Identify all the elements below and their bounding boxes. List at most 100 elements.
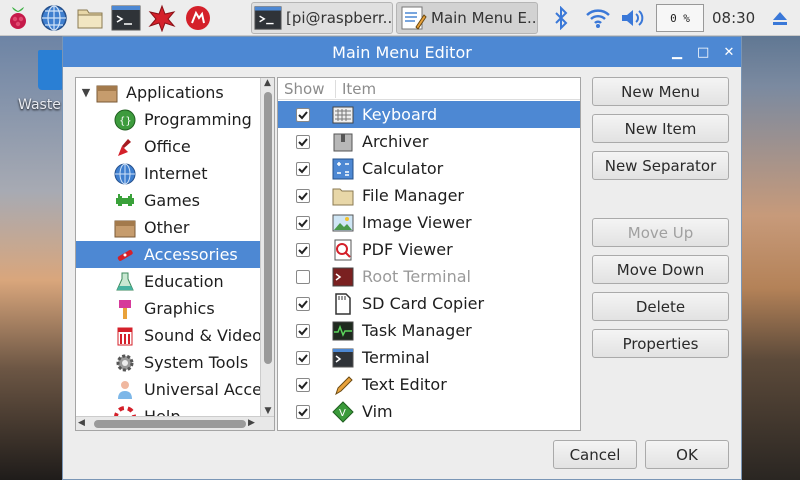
terminal-icon[interactable] <box>108 0 144 36</box>
new-item-button[interactable]: New Item <box>592 114 729 143</box>
show-checkbox[interactable] <box>296 323 310 338</box>
window-titlebar[interactable]: Main Menu Editor ▁ □ ✕ <box>63 37 741 67</box>
ok-button[interactable]: OK <box>645 440 729 469</box>
show-checkbox[interactable] <box>296 134 310 149</box>
list-item-sd-card-copier[interactable]: SD Card Copier <box>278 290 580 317</box>
list-item-pdf-viewer[interactable]: PDF Viewer <box>278 236 580 263</box>
show-checkbox[interactable] <box>296 296 310 311</box>
list-item-vim[interactable]: V Vim <box>278 398 580 425</box>
taskbar-panel: [pi@raspberr... Main Menu E... 0 % 08:30 <box>0 0 800 36</box>
eject-icon[interactable] <box>764 0 796 36</box>
tree-item-graphics[interactable]: Graphics <box>76 295 262 322</box>
list-item-calculator[interactable]: Calculator <box>278 155 580 182</box>
clock[interactable]: 08:30 <box>712 0 755 36</box>
other-icon <box>114 220 136 237</box>
minimize-icon[interactable]: ▁ <box>671 45 683 60</box>
list-item-task-manager[interactable]: Task Manager <box>278 317 580 344</box>
sd-card-icon <box>335 292 351 315</box>
delete-button[interactable]: Delete <box>592 292 729 321</box>
svg-text:{}: {} <box>119 116 132 127</box>
svg-text:V: V <box>339 408 346 419</box>
list-item-archiver[interactable]: Archiver <box>278 128 580 155</box>
vim-icon: V <box>332 400 354 423</box>
column-header-show[interactable]: Show <box>278 79 336 98</box>
text-editor-icon <box>335 375 353 395</box>
scrollbar-thumb[interactable] <box>94 420 246 428</box>
list-item-keyboard[interactable]: Keyboard <box>278 101 580 128</box>
bluetooth-icon[interactable] <box>548 0 574 36</box>
tree-item-office[interactable]: Office <box>76 133 262 160</box>
calculator-icon <box>332 158 354 179</box>
list-item-root-terminal[interactable]: Root Terminal <box>278 263 580 290</box>
scroll-up-icon[interactable]: ▲ <box>261 78 274 90</box>
wifi-icon[interactable] <box>582 0 614 36</box>
tree-horizontal-scrollbar[interactable]: ◀ ▶ <box>76 416 274 430</box>
list-item-file-manager[interactable]: File Manager <box>278 182 580 209</box>
tree-vertical-scrollbar[interactable]: ▲ ▼ <box>260 78 274 416</box>
web-browser-icon[interactable] <box>36 0 72 36</box>
volume-icon[interactable] <box>618 0 648 36</box>
tree-item-other[interactable]: Other <box>76 214 262 241</box>
mathematica-icon[interactable] <box>144 0 180 36</box>
tree-item-internet[interactable]: Internet <box>76 160 262 187</box>
task-menu-editor-label: Main Menu E... <box>431 9 538 27</box>
task-menu-editor-button[interactable]: Main Menu E... <box>396 2 538 34</box>
show-checkbox[interactable] <box>296 188 310 203</box>
show-checkbox[interactable] <box>296 161 310 176</box>
scroll-down-icon[interactable]: ▼ <box>261 406 274 416</box>
scroll-right-icon[interactable]: ▶ <box>248 418 255 428</box>
image-viewer-icon <box>332 214 354 231</box>
show-checkbox[interactable] <box>296 107 310 122</box>
task-terminal-label: [pi@raspberr... <box>286 9 393 27</box>
trash-label: Waste <box>18 97 61 113</box>
maximize-icon[interactable]: □ <box>697 45 709 60</box>
show-checkbox[interactable] <box>296 242 310 257</box>
trash-icon[interactable] <box>38 50 64 90</box>
list-item-image-viewer[interactable]: Image Viewer <box>278 209 580 236</box>
move-down-button[interactable]: Move Down <box>592 255 729 284</box>
tree-item-education[interactable]: Education <box>76 268 262 295</box>
list-header: Show Item <box>278 78 580 100</box>
list-item-terminal[interactable]: Terminal <box>278 344 580 371</box>
item-list: Show Item Keyboard Archiver Calculator F… <box>277 77 581 431</box>
show-checkbox[interactable] <box>296 215 310 230</box>
task-manager-icon <box>332 321 354 340</box>
tree-item-universal-access[interactable]: Universal Access <box>76 376 274 403</box>
programming-icon: {} <box>114 109 136 130</box>
office-icon <box>118 138 131 156</box>
show-checkbox[interactable] <box>296 404 310 419</box>
tree-item-applications[interactable]: ▼ Applications <box>76 79 262 106</box>
close-icon[interactable]: ✕ <box>723 45 735 60</box>
tree-item-system-tools[interactable]: System Tools <box>76 349 262 376</box>
column-header-item[interactable]: Item <box>336 80 376 98</box>
universal-access-icon <box>118 380 132 399</box>
sound-video-icon <box>117 327 133 345</box>
menu-editor-icon <box>401 6 427 30</box>
show-checkbox[interactable] <box>296 350 310 365</box>
pdf-viewer-icon <box>334 239 352 260</box>
tree-item-sound-video[interactable]: Sound & Video <box>76 322 262 349</box>
show-checkbox[interactable] <box>296 377 310 392</box>
properties-button[interactable]: Properties <box>592 329 729 358</box>
wolfram-icon[interactable] <box>180 0 216 36</box>
raspberry-menu-icon[interactable] <box>0 0 36 36</box>
expander-icon[interactable]: ▼ <box>76 86 96 99</box>
new-menu-button[interactable]: New Menu <box>592 77 729 106</box>
tree-item-games[interactable]: Games <box>76 187 262 214</box>
terminal-icon <box>254 6 282 30</box>
scroll-left-icon[interactable]: ◀ <box>78 418 85 428</box>
new-separator-button[interactable]: New Separator <box>592 151 729 180</box>
file-manager-icon <box>332 188 354 205</box>
tree-item-programming[interactable]: {} Programming <box>76 106 262 133</box>
move-up-button[interactable]: Move Up <box>592 218 729 247</box>
cancel-button[interactable]: Cancel <box>553 440 637 469</box>
cpu-monitor[interactable]: 0 % <box>656 4 704 32</box>
terminal-icon <box>332 348 354 367</box>
education-icon <box>116 272 134 290</box>
show-checkbox[interactable] <box>296 269 310 284</box>
file-manager-icon[interactable] <box>72 0 108 36</box>
list-item-text-editor[interactable]: Text Editor <box>278 371 580 398</box>
tree-item-accessories[interactable]: Accessories <box>76 241 262 268</box>
task-terminal-button[interactable]: [pi@raspberr... <box>251 2 393 34</box>
scrollbar-thumb[interactable] <box>264 92 272 364</box>
